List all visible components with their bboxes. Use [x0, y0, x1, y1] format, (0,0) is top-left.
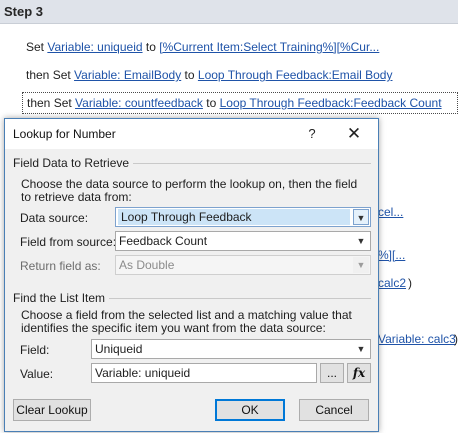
workflow-action-set-countfeedback[interactable]: then Set Variable: countfeedback to Loop… — [22, 92, 458, 114]
chevron-down-icon[interactable]: ▼ — [353, 209, 369, 225]
workflow-fragment[interactable]: Variable: calc3 — [378, 332, 456, 346]
variable-link[interactable]: Variable: EmailBody — [74, 68, 181, 82]
dialog-title: Lookup for Number — [13, 127, 116, 141]
value-link[interactable]: Loop Through Feedback:Feedback Count — [220, 96, 442, 110]
value-link[interactable]: [%Current Item:Select Training%][%Cur... — [159, 40, 379, 54]
chevron-down-icon[interactable]: ▼ — [353, 233, 369, 249]
lookup-dialog: Lookup for Number ? ✕ Field Data to Retr… — [4, 118, 379, 432]
action-prefix: Set — [26, 40, 48, 54]
chevron-down-icon: ▼ — [353, 257, 369, 273]
browse-button[interactable]: ... — [320, 363, 344, 383]
step-header: Step 3 — [0, 0, 458, 24]
formula-icon[interactable]: fx — [347, 363, 371, 383]
return-field-label: Return field as: — [20, 259, 101, 273]
workflow-action-set-uniqueid: Set Variable: uniqueid to [%Current Item… — [26, 40, 379, 54]
field-value: Uniqueid — [95, 342, 143, 356]
section-description: Choose the data source to perform the lo… — [21, 177, 358, 204]
field-from-source-select[interactable]: Feedback Count ▼ — [115, 231, 371, 251]
data-source-select[interactable]: Loop Through Feedback ▼ — [115, 207, 371, 227]
cancel-button[interactable]: Cancel — [299, 399, 369, 421]
data-source-label: Data source: — [20, 211, 89, 225]
step-title: Step 3 — [4, 4, 44, 19]
workflow-fragment[interactable]: %][... — [378, 248, 405, 262]
dialog-titlebar[interactable]: Lookup for Number ? ✕ — [5, 119, 378, 149]
section-description: Choose a field from the selected list an… — [21, 308, 352, 335]
section-label-find-item: Find the List Item — [13, 291, 110, 305]
field-from-source-value: Feedback Count — [119, 234, 208, 248]
action-to: to — [202, 96, 220, 110]
variable-link[interactable]: Variable: countfeedback — [75, 96, 203, 110]
help-icon[interactable]: ? — [301, 124, 323, 144]
workflow-action-set-emailbody: then Set Variable: EmailBody to Loop Thr… — [26, 68, 392, 82]
workflow-fragment: ) — [408, 276, 412, 290]
value-input[interactable]: Variable: uniqueid — [91, 363, 317, 383]
workflow-fragment: ) — [454, 332, 458, 346]
ok-button[interactable]: OK — [215, 399, 285, 421]
variable-link[interactable]: Variable: uniqueid — [47, 40, 142, 54]
action-to: to — [181, 68, 198, 82]
action-to: to — [142, 40, 160, 54]
value-input-text: Variable: uniqueid — [95, 366, 191, 380]
return-field-value: As Double — [119, 258, 175, 272]
return-field-select: As Double ▼ — [115, 255, 371, 275]
close-icon[interactable]: ✕ — [343, 124, 365, 144]
clear-lookup-button[interactable]: Clear Lookup — [13, 399, 91, 421]
action-prefix: then Set — [26, 68, 75, 82]
section-label-field-data: Field Data to Retrieve — [13, 156, 134, 170]
action-prefix: then Set — [27, 96, 76, 110]
value-link[interactable]: Loop Through Feedback:Email Body — [198, 68, 393, 82]
value-label: Value: — [20, 367, 54, 381]
chevron-down-icon[interactable]: ▼ — [353, 341, 369, 357]
data-source-value: Loop Through Feedback — [118, 209, 350, 225]
field-label: Field: — [20, 343, 50, 357]
workflow-fragment[interactable]: calc2 — [378, 276, 406, 290]
field-from-source-label: Field from source: — [20, 235, 117, 249]
field-select[interactable]: Uniqueid ▼ — [91, 339, 371, 359]
workflow-fragment[interactable]: cel... — [378, 205, 403, 219]
